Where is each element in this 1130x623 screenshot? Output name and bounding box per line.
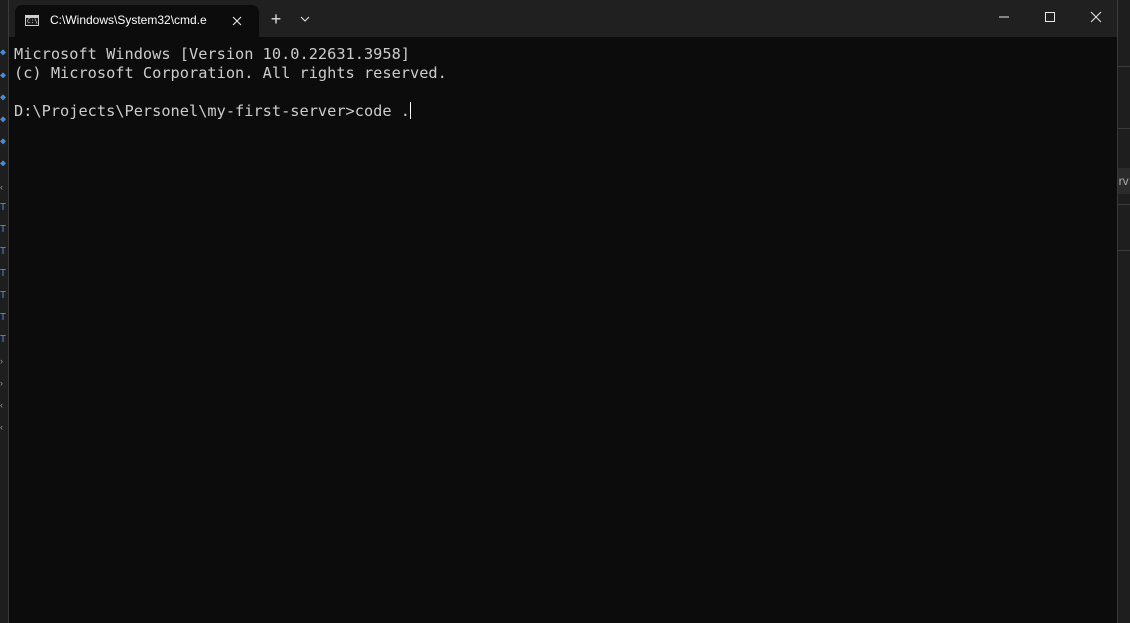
terminal-window: C:\ C:\Windows\System32\cmd.e + Microsof… <box>8 0 1118 623</box>
background-app-left-edge: ◆ ◆ ◆ ◆ ◆ ◆ ‹ T T T T T T T › › ‹ ‹ <box>0 0 8 623</box>
background-glyph: ◆ <box>0 114 7 125</box>
background-glyph: ◆ <box>0 70 7 81</box>
background-glyph: ◆ <box>0 136 7 147</box>
text-cursor <box>410 102 412 119</box>
tab-title: C:\Windows\System32\cmd.e <box>50 13 207 27</box>
background-glyph: T <box>0 246 7 257</box>
chevron-icon: › <box>0 378 3 388</box>
chevron-icon: ‹ <box>0 422 3 432</box>
background-glyph: ◆ <box>0 47 7 58</box>
background-glyph: ◆ <box>0 158 7 169</box>
tab-dropdown-button[interactable] <box>293 8 317 32</box>
background-glyph: T <box>0 312 7 323</box>
maximize-button[interactable] <box>1027 0 1073 34</box>
chevron-icon: › <box>0 356 3 366</box>
maximize-icon <box>1045 12 1055 22</box>
background-glyph: T <box>0 290 7 301</box>
divider <box>1118 66 1130 67</box>
plus-icon: + <box>270 9 282 29</box>
divider <box>1118 250 1130 251</box>
chevron-icon: ‹ <box>0 400 3 410</box>
console-line: (c) Microsoft Corporation. All rights re… <box>14 64 447 82</box>
minimize-button[interactable] <box>981 0 1027 34</box>
background-glyph: T <box>0 224 7 235</box>
minimize-icon <box>999 16 1009 18</box>
new-tab-button[interactable]: + <box>263 8 289 32</box>
background-glyph: ◆ <box>0 92 7 103</box>
close-tab-button[interactable] <box>227 11 247 31</box>
close-icon <box>232 16 242 26</box>
console-text: Microsoft Windows [Version 10.0.22631.39… <box>14 45 447 121</box>
console-line: Microsoft Windows [Version 10.0.22631.39… <box>14 45 411 63</box>
background-glyph: T <box>0 268 7 279</box>
close-icon <box>1090 11 1102 23</box>
chevron-icon: ‹ <box>0 182 3 192</box>
tab-cmd[interactable]: C:\ C:\Windows\System32\cmd.e <box>15 5 259 37</box>
background-glyph: T <box>0 202 7 213</box>
console-prompt: D:\Projects\Personel\my-first-server>cod… <box>14 102 411 120</box>
background-app-right-edge: erv <box>1118 0 1130 623</box>
close-window-button[interactable] <box>1073 0 1119 34</box>
cmd-console-icon: C:\ <box>25 15 39 26</box>
divider <box>1118 204 1130 205</box>
title-bar[interactable]: C:\ C:\Windows\System32\cmd.e + <box>9 0 1117 37</box>
background-glyph: T <box>0 334 7 345</box>
chevron-down-icon <box>300 16 310 22</box>
background-app-peek: erv <box>1118 168 1130 194</box>
scrollbar[interactable] <box>1107 37 1117 623</box>
console-output[interactable]: Microsoft Windows [Version 10.0.22631.39… <box>9 37 1117 623</box>
divider <box>1118 128 1130 129</box>
console-prompt-line[interactable]: D:\Projects\Personel\my-first-server>cod… <box>14 102 447 121</box>
